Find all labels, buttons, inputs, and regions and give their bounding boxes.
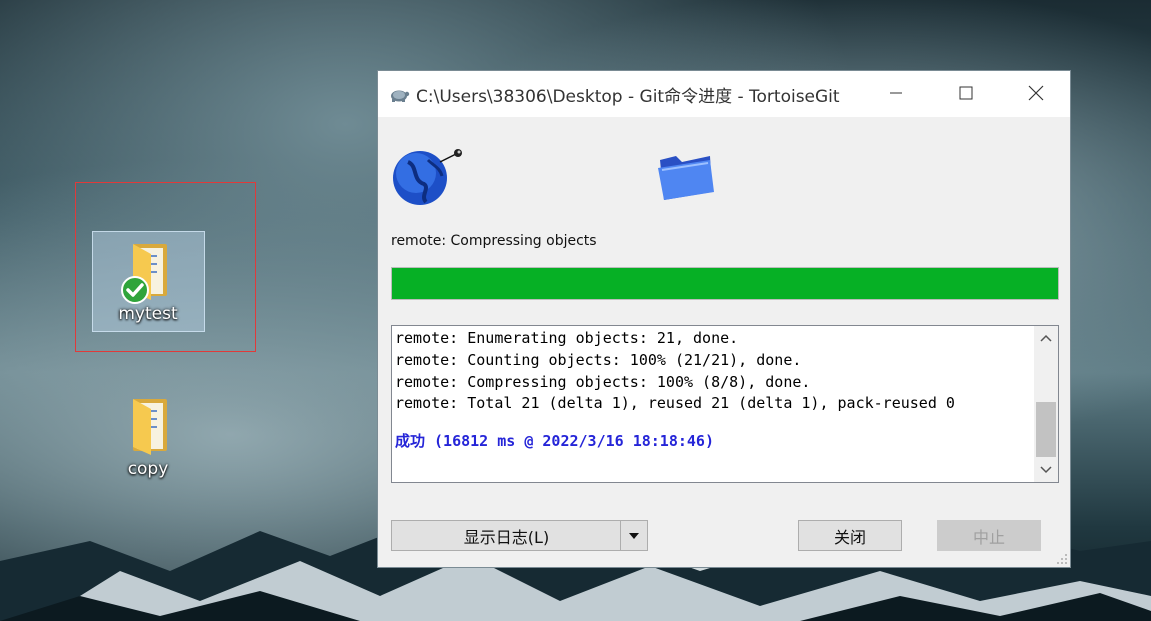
log-line: remote: Total 21 (delta 1), reused 21 (d…	[395, 394, 955, 413]
checkmark-overlay-icon	[121, 276, 149, 304]
folder-icon	[121, 238, 173, 304]
abort-button[interactable]: 中止	[937, 520, 1041, 551]
close-window-button[interactable]	[1012, 71, 1060, 115]
success-line: 成功 (16812 ms @ 2022/3/16 18:18:46)	[395, 432, 714, 451]
minimize-icon	[890, 92, 902, 94]
show-log-label: 显示日志(L)	[463, 527, 550, 547]
minimize-button[interactable]	[872, 71, 920, 115]
log-line: remote: Counting objects: 100% (21/21), …	[395, 350, 802, 369]
resize-grip-icon[interactable]	[1054, 551, 1068, 565]
vertical-scrollbar[interactable]	[1034, 326, 1058, 482]
folder-icon	[123, 393, 173, 455]
abort-label: 中止	[972, 527, 1005, 547]
log-line: remote: Compressing objects: 100% (8/8),…	[395, 372, 811, 391]
scrollbar-thumb[interactable]	[1036, 402, 1056, 457]
desktop-icon-mytest[interactable]: mytest	[93, 238, 203, 324]
close-label: 关闭	[833, 527, 866, 547]
chevron-up-icon	[1040, 334, 1052, 342]
desktop-icon-label: copy	[127, 459, 169, 479]
close-button[interactable]: 关闭	[798, 520, 902, 551]
close-icon	[1028, 85, 1044, 101]
maximize-button[interactable]	[942, 71, 990, 115]
progress-bar	[391, 267, 1059, 300]
window-title: C:\Users\38306\Desktop - Git命令进度 - Torto…	[416, 86, 840, 107]
folder-destination-icon	[658, 156, 714, 200]
scroll-down-button[interactable]	[1034, 458, 1058, 482]
show-log-button[interactable]: 显示日志(L)	[391, 520, 648, 551]
scroll-up-button[interactable]	[1034, 326, 1058, 350]
show-log-dropdown[interactable]	[620, 521, 647, 550]
status-text: remote: Compressing objects	[391, 233, 597, 249]
maximize-icon	[959, 86, 973, 100]
caret-down-icon	[629, 532, 639, 539]
globe-icon	[393, 149, 462, 205]
log-line: remote: Enumerating objects: 21, done.	[395, 329, 739, 347]
git-progress-window: C:\Users\38306\Desktop - Git命令进度 - Torto…	[377, 70, 1071, 568]
progress-fill	[392, 268, 1058, 299]
output-log[interactable]: remote: Enumerating objects: 21, done. r…	[391, 325, 1059, 483]
chevron-down-icon	[1040, 466, 1052, 474]
title-bar[interactable]: C:\Users\38306\Desktop - Git命令进度 - Torto…	[378, 71, 1070, 117]
desktop-icon-label: mytest	[118, 304, 178, 324]
tortoisegit-icon	[391, 90, 410, 102]
desktop-icon-copy[interactable]: copy	[93, 393, 203, 479]
